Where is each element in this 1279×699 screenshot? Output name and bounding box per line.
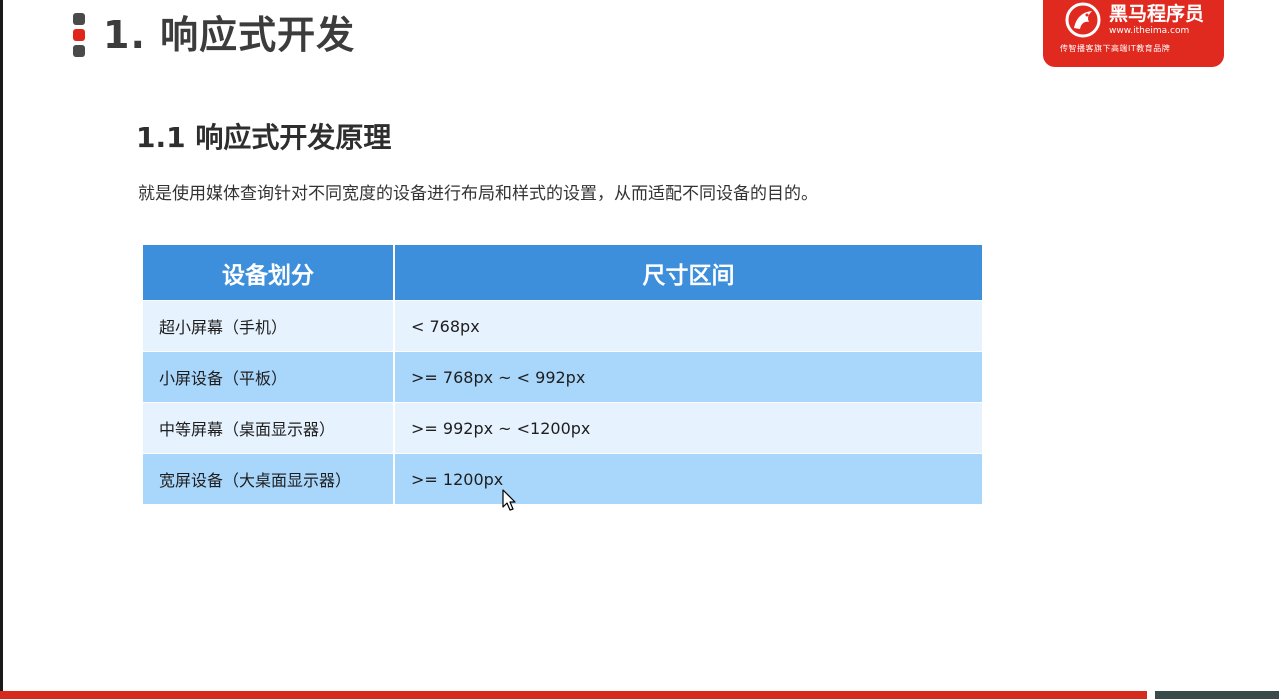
footer-bar-dark: [1155, 691, 1279, 699]
range-cell: < 768px: [393, 301, 980, 351]
device-cell: 宽屏设备（大桌面显示器）: [159, 471, 352, 490]
section-title: 1.1 响应式开发原理: [136, 121, 392, 154]
footer-bar: [0, 691, 1147, 699]
brand-logo: 黑马程序员 www.itheima.com 传智播客旗下高端IT教育品牌: [1043, 0, 1224, 67]
slide: 1. 响应式开发 黑马程序员 www.itheima.com 传智播客旗下高端I…: [0, 0, 1279, 699]
mouse-pointer-icon: [502, 489, 516, 511]
section-description: 就是使用媒体查询针对不同宽度的设备进行布局和样式的设置，从而适配不同设备的目的。: [138, 184, 818, 204]
brand-name: 黑马程序员: [1109, 3, 1205, 25]
brand-site: www.itheima.com: [1109, 26, 1190, 36]
table-row: 宽屏设备（大桌面显示器） >= 1200px: [143, 453, 982, 504]
horse-emblem-icon: [1065, 2, 1101, 38]
table-header: 设备划分 尺寸区间: [143, 245, 982, 300]
title-marker-icon: [73, 13, 85, 57]
device-cell: 中等屏幕（桌面显示器）: [159, 420, 336, 439]
window-edge: [0, 0, 3, 699]
page-title: 1. 响应式开发: [103, 13, 356, 57]
range-cell: >= 1200px: [393, 454, 980, 504]
breakpoint-table: 设备划分 尺寸区间 超小屏幕（手机） < 768px 小屏设备（平板） >= 7…: [143, 245, 982, 504]
range-cell: >= 992px ~ <1200px: [393, 403, 980, 453]
table-row: 小屏设备（平板） >= 768px ~ < 992px: [143, 351, 982, 402]
device-cell: 小屏设备（平板）: [159, 369, 288, 388]
device-cell: 超小屏幕（手机）: [159, 318, 288, 337]
table-row: 超小屏幕（手机） < 768px: [143, 300, 982, 351]
header-size-range: 尺寸区间: [393, 245, 982, 300]
table-row: 中等屏幕（桌面显示器） >= 992px ~ <1200px: [143, 402, 982, 453]
header-device-type: 设备划分: [222, 262, 314, 289]
brand-slogan: 传智播客旗下高端IT教育品牌: [1060, 44, 1171, 53]
range-cell: >= 768px ~ < 992px: [393, 352, 980, 402]
